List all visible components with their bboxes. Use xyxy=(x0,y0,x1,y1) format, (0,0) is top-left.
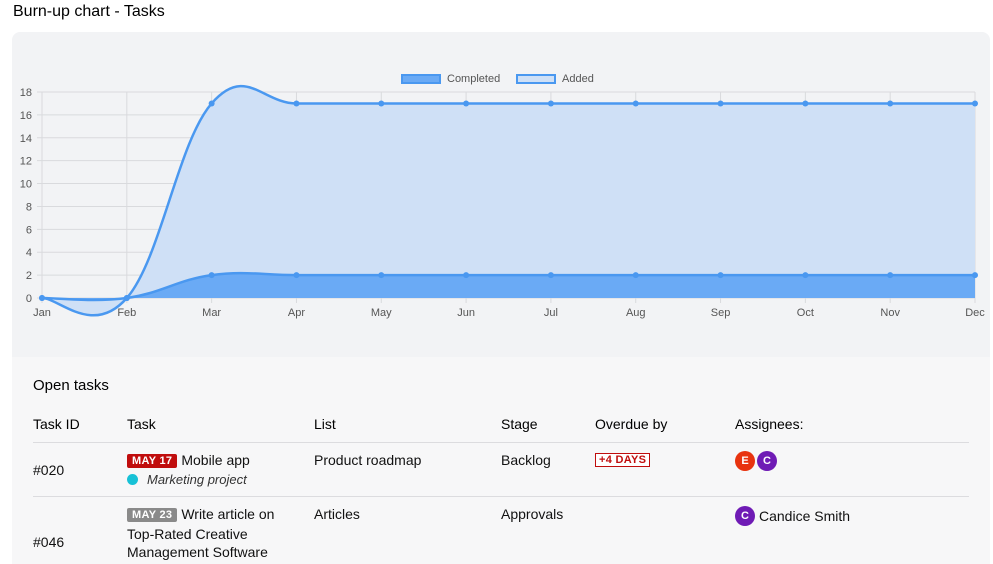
task-title[interactable]: MAY 23 Write article on xyxy=(127,506,274,522)
x-tick-label: Jun xyxy=(457,307,475,319)
task-name[interactable]: Mobile app xyxy=(181,452,250,468)
x-tick-label: Feb xyxy=(117,307,136,319)
data-point-completed xyxy=(972,272,978,279)
x-tick-label: Jul xyxy=(544,307,558,319)
task-name-line[interactable]: Management Software xyxy=(127,544,268,560)
header-stage: Stage xyxy=(501,416,538,432)
task-list[interactable]: Product roadmap xyxy=(314,452,421,468)
x-tick-label: Nov xyxy=(880,307,900,319)
header-task: Task xyxy=(127,416,156,432)
x-tick-label: Dec xyxy=(965,307,985,319)
x-tick-label: Apr xyxy=(288,307,305,319)
project-color-dot xyxy=(127,474,138,485)
data-point-completed xyxy=(293,272,300,279)
open-tasks-title: Open tasks xyxy=(33,377,109,394)
task-project[interactable]: Marketing project xyxy=(127,472,247,487)
y-tick-label: 6 xyxy=(26,224,32,236)
row-divider xyxy=(33,442,969,443)
x-tick-label: Jan xyxy=(33,307,51,319)
assignee-name[interactable]: Candice Smith xyxy=(759,508,850,524)
row-divider xyxy=(33,496,969,497)
overdue-badge: +4 DAYS xyxy=(595,453,651,467)
data-point-completed xyxy=(632,272,639,279)
y-tick-label: 14 xyxy=(20,133,32,145)
task-title[interactable]: MAY 17 Mobile app xyxy=(127,452,250,468)
chart-card: Completed Added 0 2 4 6 8 10 12 14 16 18 Jan Feb Mar… xyxy=(12,32,990,357)
y-tick-label: 10 xyxy=(20,179,32,191)
burnup-chart: 0 2 4 6 8 10 12 14 16 18 Jan Feb Mar Apr May Jun Jul Aug S… xyxy=(20,84,985,319)
data-point-completed xyxy=(717,272,724,279)
due-date-badge: MAY 23 xyxy=(127,508,178,522)
task-name[interactable]: Write article on xyxy=(181,506,274,522)
data-point-added xyxy=(887,100,894,107)
avatar[interactable]: C xyxy=(735,506,755,526)
header-list: List xyxy=(314,416,336,432)
data-point-completed xyxy=(39,295,45,301)
data-point-completed xyxy=(123,295,130,301)
data-point-added xyxy=(632,100,639,107)
data-point-added xyxy=(717,100,724,107)
avatar[interactable]: C xyxy=(757,451,777,471)
data-point-added xyxy=(293,100,300,107)
data-point-completed xyxy=(887,272,894,279)
data-point-added xyxy=(547,100,554,107)
x-tick-label: Sep xyxy=(711,307,731,319)
data-point-added xyxy=(972,100,978,107)
data-point-added xyxy=(378,100,385,107)
data-point-added xyxy=(463,100,470,107)
data-point-completed xyxy=(547,272,554,279)
y-tick-label: 2 xyxy=(26,270,32,282)
avatar[interactable]: E xyxy=(735,451,755,471)
data-point-added xyxy=(208,100,215,107)
data-point-completed xyxy=(208,272,215,279)
y-tick-label: 0 xyxy=(26,293,32,305)
data-point-added xyxy=(802,100,809,107)
data-point-completed xyxy=(802,272,809,279)
x-tick-label: Aug xyxy=(626,307,646,319)
task-list[interactable]: Articles xyxy=(314,506,360,522)
y-tick-label: 8 xyxy=(26,201,32,213)
task-id[interactable]: #020 xyxy=(33,462,64,478)
data-point-completed xyxy=(463,272,470,279)
task-stage: Backlog xyxy=(501,452,551,468)
y-tick-label: 16 xyxy=(20,110,32,122)
open-tasks-panel: Open tasks Task ID Task List Stage Overd… xyxy=(12,357,990,564)
due-date-badge: MAY 17 xyxy=(127,454,178,468)
task-stage: Approvals xyxy=(501,506,564,522)
header-task-id: Task ID xyxy=(33,416,80,432)
header-overdue: Overdue by xyxy=(595,416,668,432)
task-id[interactable]: #046 xyxy=(33,534,64,550)
y-tick-label: 12 xyxy=(20,156,32,168)
data-point-completed xyxy=(378,272,385,279)
task-name-line[interactable]: Top-Rated Creative xyxy=(127,526,248,542)
header-assignees: Assignees: xyxy=(735,416,804,432)
x-tick-label: May xyxy=(371,307,392,319)
x-tick-label: Mar xyxy=(202,307,221,319)
page-title: Burn-up chart - Tasks xyxy=(13,3,165,20)
project-name: Marketing project xyxy=(147,472,247,487)
y-tick-label: 18 xyxy=(20,87,32,99)
x-tick-label: Oct xyxy=(797,307,814,319)
y-tick-label: 4 xyxy=(26,247,32,259)
